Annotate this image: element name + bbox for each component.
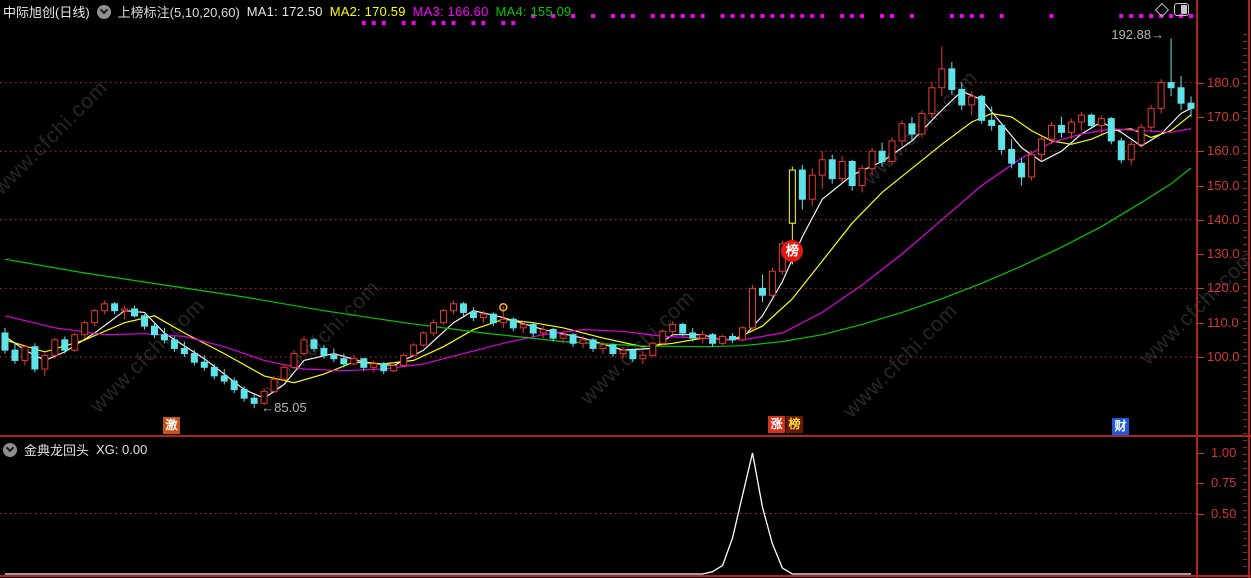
- indicator-name-main[interactable]: 上榜标注(5,10,20,60): [118, 2, 240, 21]
- xg-panel-header: 金典龙回头 XG: 0.00: [3, 440, 147, 459]
- price-tick-label: 170.0: [1207, 108, 1240, 124]
- right-edge-border: [1248, 0, 1250, 578]
- ma4-value: MA4: 155.09: [495, 4, 572, 19]
- ma3-value: MA3: 166.60: [412, 4, 489, 19]
- panel-toggle-icon[interactable]: [1174, 3, 1189, 16]
- diamond-marker-icon[interactable]: [1154, 2, 1170, 17]
- stock-chart-app: 中际旭创(日线) 上榜标注(5,10,20,60) MA1: 172.50 MA…: [0, 0, 1251, 578]
- zhangbang-tag: 涨榜: [768, 416, 803, 433]
- price-tick-label: 120.0: [1207, 280, 1240, 296]
- xg-label: XG: 0.00: [96, 442, 148, 457]
- price-tick-label: 110.0: [1207, 314, 1239, 330]
- price-tick-label: 180.0: [1207, 74, 1240, 90]
- high-price-label: 192.88→: [1111, 27, 1165, 43]
- price-tick-label: 130.0: [1207, 246, 1240, 262]
- collapse-xg-panel-button[interactable]: [3, 442, 17, 457]
- window-tools: [1154, 2, 1189, 17]
- bottom-border: [0, 575, 1251, 577]
- panel-separator: [0, 435, 1251, 437]
- xg-tick-label: 1.00: [1211, 445, 1237, 460]
- chevron-down-icon: [99, 5, 108, 15]
- indicator-name-xg[interactable]: 金典龙回头: [24, 440, 89, 459]
- arrow-left-icon: ←: [261, 400, 275, 416]
- price-tick-label: 100.0: [1207, 349, 1240, 364]
- low-price-label: ←85.05: [261, 400, 307, 416]
- price-tick-label: 140.0: [1207, 211, 1240, 227]
- ma2-value: MA2: 170.59: [329, 4, 406, 19]
- price-tick-label: 160.0: [1207, 143, 1240, 159]
- ma1-value: MA1: 172.50: [246, 4, 323, 19]
- ji-tag: 激: [163, 417, 180, 434]
- chevron-down-icon: [5, 443, 15, 453]
- collapse-main-panel-button[interactable]: [96, 4, 111, 19]
- list-badge: 榜: [781, 239, 804, 262]
- xg-tick-label: 0.75: [1211, 475, 1237, 491]
- xg-value: 0.00: [122, 442, 148, 457]
- main-chart-header: 中际旭创(日线) 上榜标注(5,10,20,60) MA1: 172.50 MA…: [3, 2, 571, 21]
- arrow-right-icon: →: [1151, 27, 1165, 43]
- cai-tag: 财: [1112, 418, 1129, 435]
- price-tick-label: 150.0: [1207, 177, 1240, 193]
- xg-tick-label: 0.50: [1211, 505, 1237, 521]
- xg-indicator-canvas: [0, 452, 1196, 575]
- stock-title: 中际旭创(日线): [3, 5, 90, 20]
